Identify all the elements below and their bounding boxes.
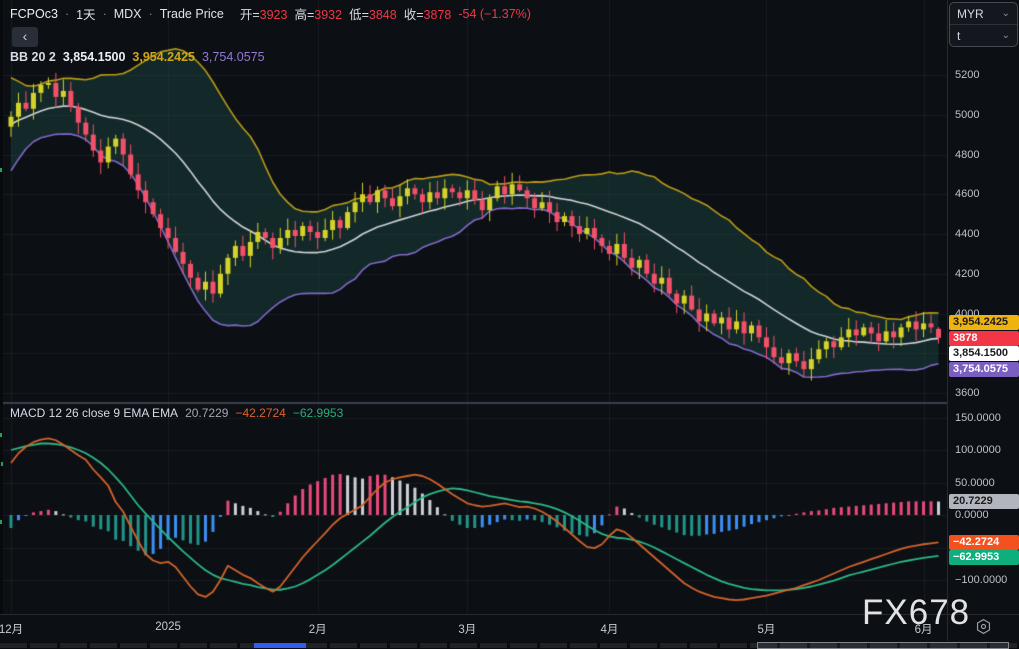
minimap-segment [60, 643, 87, 648]
price-value-label: 3,854.1500 [949, 346, 1019, 362]
minimap-segment [180, 643, 207, 648]
price-value-label: 3,754.0575 [949, 361, 1019, 377]
minimap-segment [570, 643, 597, 648]
macd-value-label: −62.9953 [949, 550, 1019, 566]
minimap-segment [120, 643, 147, 648]
time-tick-3月: 3月 [458, 624, 477, 636]
minimap-segment [630, 643, 657, 648]
minimap-segment [210, 643, 237, 648]
price-tick: 3600 [955, 387, 980, 399]
chevron-down-icon: ⌄ [1001, 30, 1010, 41]
price-axis[interactable]: 520050004800460044004200400038003600150.… [947, 0, 1019, 614]
unit-value: t [957, 28, 961, 43]
time-tick-4月: 4月 [600, 624, 619, 636]
minimap-segment [660, 643, 687, 648]
currency-selector[interactable]: MYR ⌄ [950, 3, 1017, 25]
minimap-segment [510, 643, 537, 648]
price-tick: 5200 [955, 69, 980, 81]
price-tick: 4600 [955, 188, 980, 201]
macd-tick: 100.0000 [955, 444, 1001, 456]
currency-value: MYR [957, 6, 984, 21]
minimap-segment [600, 643, 627, 648]
time-tick-5月: 5月 [757, 624, 776, 636]
back-button[interactable]: ‹ [12, 27, 38, 47]
chart-window: FCPOc3 · 1天 · MDX · Trade Price 开=3923 高… [0, 0, 1019, 649]
chevron-down-icon: ⌄ [1001, 8, 1010, 19]
minimap-segment [150, 643, 177, 648]
unit-selector-box: MYR ⌄ t ⌄ [949, 2, 1018, 47]
minimap-segment [480, 643, 507, 648]
axis-corner [947, 614, 1019, 641]
time-tick-2025: 2025 [155, 621, 181, 633]
price-tick: 4200 [955, 267, 980, 280]
back-arrow-icon: ‹ [22, 28, 28, 44]
bottom-minimap[interactable] [0, 642, 1019, 649]
minimap-segment [690, 643, 717, 648]
macd-value-label: 20.7229 [949, 494, 1019, 510]
price-tick: 4800 [955, 148, 980, 161]
macd-tick: −100.0000 [955, 574, 1008, 586]
minimap-segment [30, 643, 57, 648]
macd-tick: 0.0000 [955, 509, 989, 521]
macd-tick: 50.0000 [955, 476, 995, 489]
minimap-segment [540, 643, 567, 648]
price-tick: 4400 [955, 228, 980, 240]
time-axis[interactable]: 12月 2025 2月 3月 4月 5月 6月 [0, 614, 1019, 642]
minimap-window[interactable] [757, 642, 1009, 649]
minimap-segment [720, 643, 747, 648]
price-tick: 5000 [955, 108, 980, 121]
macd-tick: 150.0000 [955, 411, 1001, 424]
minimap-segment [330, 643, 357, 648]
minimap-segment [360, 643, 387, 648]
minimap-segment [420, 643, 447, 648]
price-chart-canvas[interactable] [3, 0, 947, 614]
macd-value-label: −42.2724 [949, 534, 1019, 550]
minimap-segment [0, 643, 27, 648]
minimap-segment [450, 643, 477, 648]
left-edge-artifact [0, 0, 3, 649]
time-tick-6月: 6月 [914, 624, 933, 636]
minimap-segment [90, 643, 117, 648]
price-value-label: 3878 [949, 330, 1019, 346]
minimap-segment [390, 643, 417, 648]
minimap-progress [254, 643, 306, 648]
unit-selector[interactable]: t ⌄ [950, 25, 1017, 46]
price-value-label: 3,954.2425 [949, 315, 1019, 331]
target-hexagon-icon[interactable] [975, 618, 992, 640]
time-tick-2月: 2月 [308, 624, 327, 636]
time-tick-12月: 12月 [0, 624, 24, 636]
